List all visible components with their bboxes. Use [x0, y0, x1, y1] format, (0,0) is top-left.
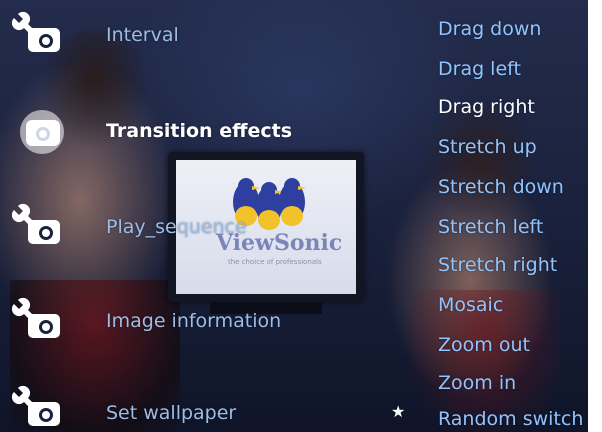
photo-border [588, 0, 602, 432]
menu-label-image-information[interactable]: Image information [106, 310, 281, 332]
menu-item-set-wallpaper[interactable] [10, 384, 70, 432]
slideshow-settings-screen: ViewSonic the choice of professionals In… [0, 0, 588, 432]
submenu-item-stretch-up[interactable]: Stretch up [438, 136, 537, 158]
submenu-item-stretch-down[interactable]: Stretch down [438, 176, 564, 198]
submenu-item-mosaic[interactable]: Mosaic [438, 294, 503, 316]
menu-label-transition-effects[interactable]: Transition effects [106, 120, 292, 142]
background-tagline-text: the choice of professionals [228, 258, 322, 266]
menu-item-play-sequence[interactable] [10, 202, 70, 252]
menu-label-play-sequence[interactable]: Play_sequence [106, 216, 247, 238]
background-photo-figure-right [420, 100, 540, 220]
submenu-item-stretch-left[interactable]: Stretch left [438, 216, 543, 238]
submenu-item-drag-right[interactable]: Drag right [438, 96, 535, 118]
submenu-item-drag-down[interactable]: Drag down [438, 18, 541, 40]
menu-label-set-wallpaper[interactable]: Set wallpaper [106, 402, 236, 424]
menu-item-image-information[interactable] [10, 296, 70, 346]
submenu-item-drag-left[interactable]: Drag left [438, 58, 521, 80]
wrench-camera-icon [11, 385, 60, 426]
current-selection-star-icon: ★ [391, 402, 406, 421]
submenu-item-stretch-right[interactable]: Stretch right [438, 254, 557, 276]
camera-icon [20, 110, 64, 154]
wrench-camera-icon [11, 11, 60, 52]
submenu-item-zoom-in[interactable]: Zoom in [438, 372, 516, 394]
menu-item-interval[interactable] [10, 10, 70, 60]
menu-item-transition-effects[interactable] [10, 106, 70, 156]
menu-label-interval[interactable]: Interval [106, 24, 179, 46]
wrench-camera-icon [11, 203, 60, 244]
wrench-camera-icon [11, 297, 60, 338]
submenu-item-zoom-out[interactable]: Zoom out [438, 334, 530, 356]
submenu-item-random-switch[interactable]: Random switch [438, 408, 583, 430]
